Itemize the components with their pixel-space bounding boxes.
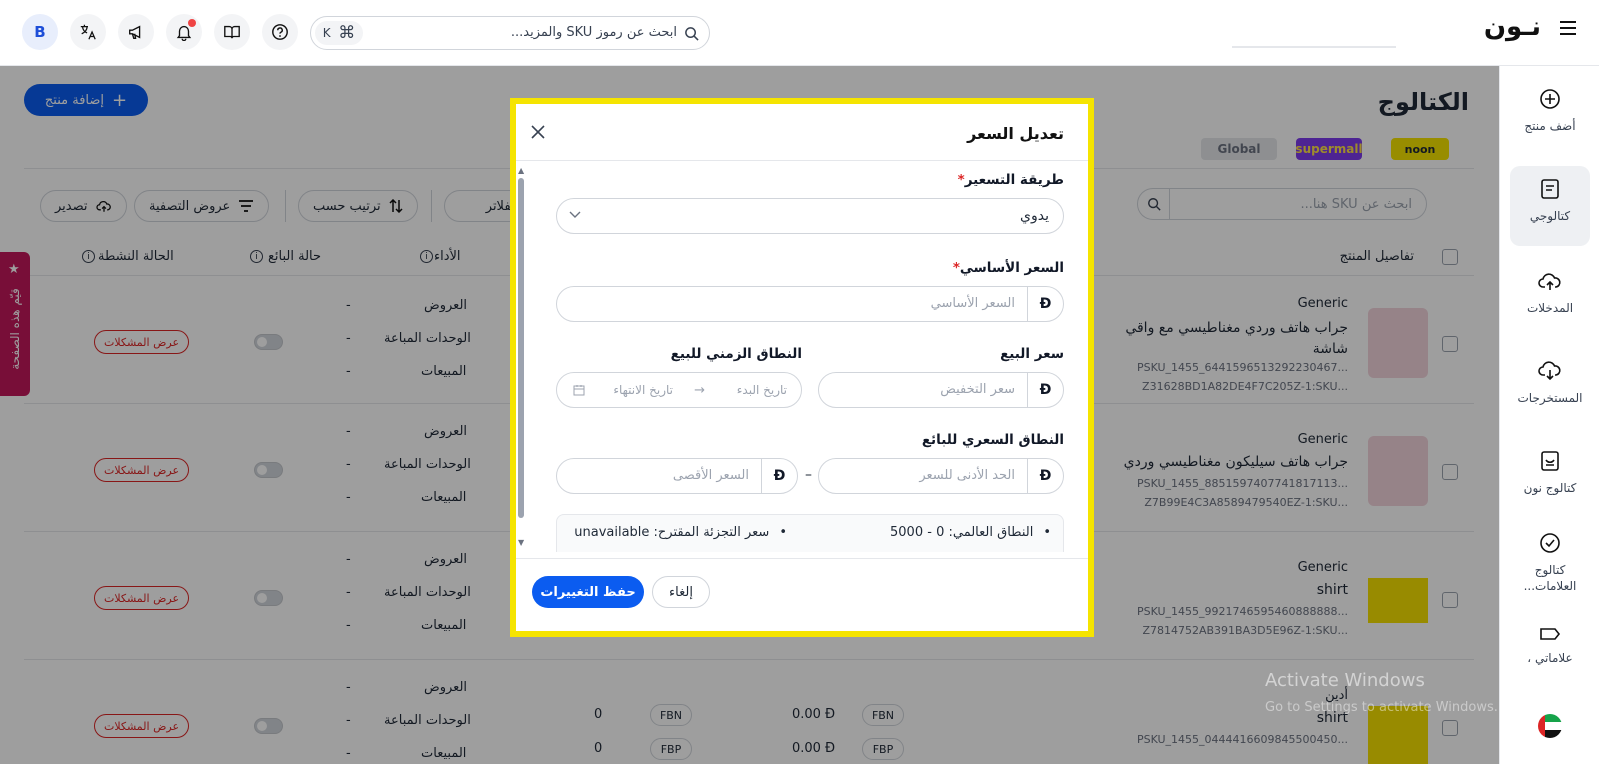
modal-footer-divider xyxy=(516,558,1088,559)
sidebar-item-add-product[interactable]: أضف منتج xyxy=(1510,76,1590,156)
command-icon: ⌘ xyxy=(338,23,356,43)
tag-icon xyxy=(1540,628,1561,640)
price-info-box: • النطاق العالمي: 0 - 5000 • سعر التجزئة ا… xyxy=(556,514,1064,552)
min-price-input[interactable]: Ð الحد الأدنى للسعر xyxy=(818,458,1064,494)
sale-period-input[interactable]: تاريخ البدء → تاريخ الانتهاء xyxy=(556,372,802,408)
edit-price-modal: تعديل السعر ▲ ▼ طريقة التسعير* يدوي السع… xyxy=(510,98,1094,637)
sidebar-item-uploads[interactable]: المدخلات xyxy=(1510,258,1590,338)
global-search[interactable]: ابحث عن رموز SKU والمزيد... K ⌘ xyxy=(310,16,710,50)
seller-range-label: النطاق السعري للبائع xyxy=(921,432,1064,448)
megaphone-icon xyxy=(129,25,141,39)
sale-price-input[interactable]: Ð سعر التخفيض xyxy=(818,372,1064,408)
sidebar-item-label: أضف منتج xyxy=(1524,119,1576,133)
currency-symbol: Ð xyxy=(1027,459,1063,493)
announcements-button[interactable] xyxy=(118,14,154,50)
field-label: السعر الأساسي xyxy=(959,260,1064,276)
sidebar: أضف منتج كتالوجي المدخلات المستخرجات كتا… xyxy=(1499,66,1599,764)
info-text: سعر التجزئة المقترح: unavailable xyxy=(574,525,770,540)
sidebar-item-label: علاماتي ، xyxy=(1527,651,1573,665)
sidebar-item-label: المستخرجات xyxy=(1517,391,1583,405)
sidebar-item-my-brands[interactable]: علاماتي ، xyxy=(1510,614,1590,694)
cloud-upload-icon xyxy=(1538,273,1561,290)
windows-watermark-subtitle: Go to Settings to activate Windows. xyxy=(1265,700,1498,715)
info-text: النطاق العالمي: 0 - 5000 xyxy=(890,525,1034,540)
plus-circle-icon xyxy=(1540,89,1560,109)
sidebar-item-noon-catalog[interactable]: كتالوج نون xyxy=(1510,438,1590,518)
uae-flag-icon[interactable] xyxy=(1538,714,1562,738)
avatar[interactable]: B xyxy=(22,14,58,50)
sidebar-item-label: كتالوجي xyxy=(1529,209,1571,223)
base-price-input[interactable]: Ð السعر الأساسي xyxy=(556,286,1064,322)
sidebar-item-my-catalog[interactable]: كتالوجي xyxy=(1510,166,1590,246)
sidebar-item-label: كتالوج نون xyxy=(1523,481,1577,495)
sale-price-label: سعر البيع xyxy=(1000,346,1064,362)
currency-symbol: Ð xyxy=(1027,287,1063,321)
sidebar-item-label: كتالوج العلامات... xyxy=(1523,563,1577,594)
range-separator: – xyxy=(805,467,812,483)
save-changes-button[interactable]: حفظ التغييرات xyxy=(532,576,644,608)
catalog-icon xyxy=(1541,179,1559,199)
bullet: • xyxy=(1043,525,1051,540)
field-label: طريقة التسعير xyxy=(964,172,1064,188)
calendar-icon[interactable] xyxy=(573,384,585,396)
arrow-icon: → xyxy=(694,383,705,398)
suggested-retail-info: • سعر التجزئة المقترح: unavailable xyxy=(574,525,787,540)
base-price-label: السعر الأساسي* xyxy=(953,260,1064,276)
selected-value: يدوي xyxy=(1020,208,1049,224)
modal-title: تعديل السعر xyxy=(967,124,1064,143)
noon-catalog-icon xyxy=(1541,451,1559,471)
search-placeholder: ابحث عن رموز SKU والمزيد... xyxy=(510,25,677,40)
modal-scrollbar[interactable]: ▲ ▼ xyxy=(518,166,524,550)
max-price-input[interactable]: Ð السعر الأقصى xyxy=(556,458,798,494)
shortcut-key: K xyxy=(322,26,331,40)
translate-icon xyxy=(80,24,96,40)
notification-dot xyxy=(188,19,196,27)
help-icon xyxy=(272,24,288,40)
store-selector-underline xyxy=(1232,46,1396,48)
book-icon xyxy=(224,25,240,39)
end-date-placeholder: تاريخ الانتهاء xyxy=(613,383,673,397)
max-price-placeholder: السعر الأقصى xyxy=(672,468,749,483)
windows-watermark-title: Activate Windows xyxy=(1265,670,1425,691)
scrollbar-thumb[interactable] xyxy=(518,178,524,518)
currency-symbol: Ð xyxy=(1027,373,1063,407)
currency-symbol: Ð xyxy=(761,459,797,493)
guide-button[interactable] xyxy=(214,14,250,50)
scroll-down-icon[interactable]: ▼ xyxy=(518,538,524,547)
sale-period-label: النطاق الزمني للبيع xyxy=(670,346,802,362)
noon-logo[interactable]: نـون xyxy=(1484,12,1541,42)
global-range-info: • النطاق العالمي: 0 - 5000 xyxy=(890,525,1051,540)
chevron-down-icon xyxy=(569,211,581,219)
modal-header-divider xyxy=(516,160,1088,161)
required-mark: * xyxy=(952,260,960,276)
pricing-method-label: طريقة التسعير* xyxy=(958,172,1064,188)
search-icon xyxy=(684,26,699,41)
language-button[interactable] xyxy=(70,14,106,50)
menu-icon[interactable] xyxy=(1559,20,1577,36)
help-button[interactable] xyxy=(262,14,298,50)
sidebar-item-brand-catalog[interactable]: كتالوج العلامات... xyxy=(1510,520,1590,610)
sale-price-placeholder: سعر التخفيض xyxy=(940,382,1015,397)
cloud-download-icon xyxy=(1538,361,1561,381)
base-price-placeholder: السعر الأساسي xyxy=(930,296,1015,311)
sidebar-item-label: المدخلات xyxy=(1526,301,1574,315)
verified-icon xyxy=(1540,533,1560,553)
required-mark: * xyxy=(957,172,965,188)
scroll-up-icon[interactable]: ▲ xyxy=(518,166,524,175)
notifications-button[interactable] xyxy=(166,14,202,50)
start-date-placeholder: تاريخ البدء xyxy=(736,383,787,397)
close-icon[interactable] xyxy=(530,124,546,140)
top-bar: نـون ابحث عن رموز SKU والمزيد... K ⌘ B xyxy=(0,0,1599,66)
shortcut-badge: K ⌘ xyxy=(315,21,363,45)
min-price-placeholder: الحد الأدنى للسعر xyxy=(919,468,1015,483)
sidebar-item-downloads[interactable]: المستخرجات xyxy=(1510,348,1590,428)
bullet: • xyxy=(779,525,787,540)
pricing-method-select[interactable]: يدوي xyxy=(556,198,1064,234)
cancel-button[interactable]: إلغاء xyxy=(652,576,710,608)
